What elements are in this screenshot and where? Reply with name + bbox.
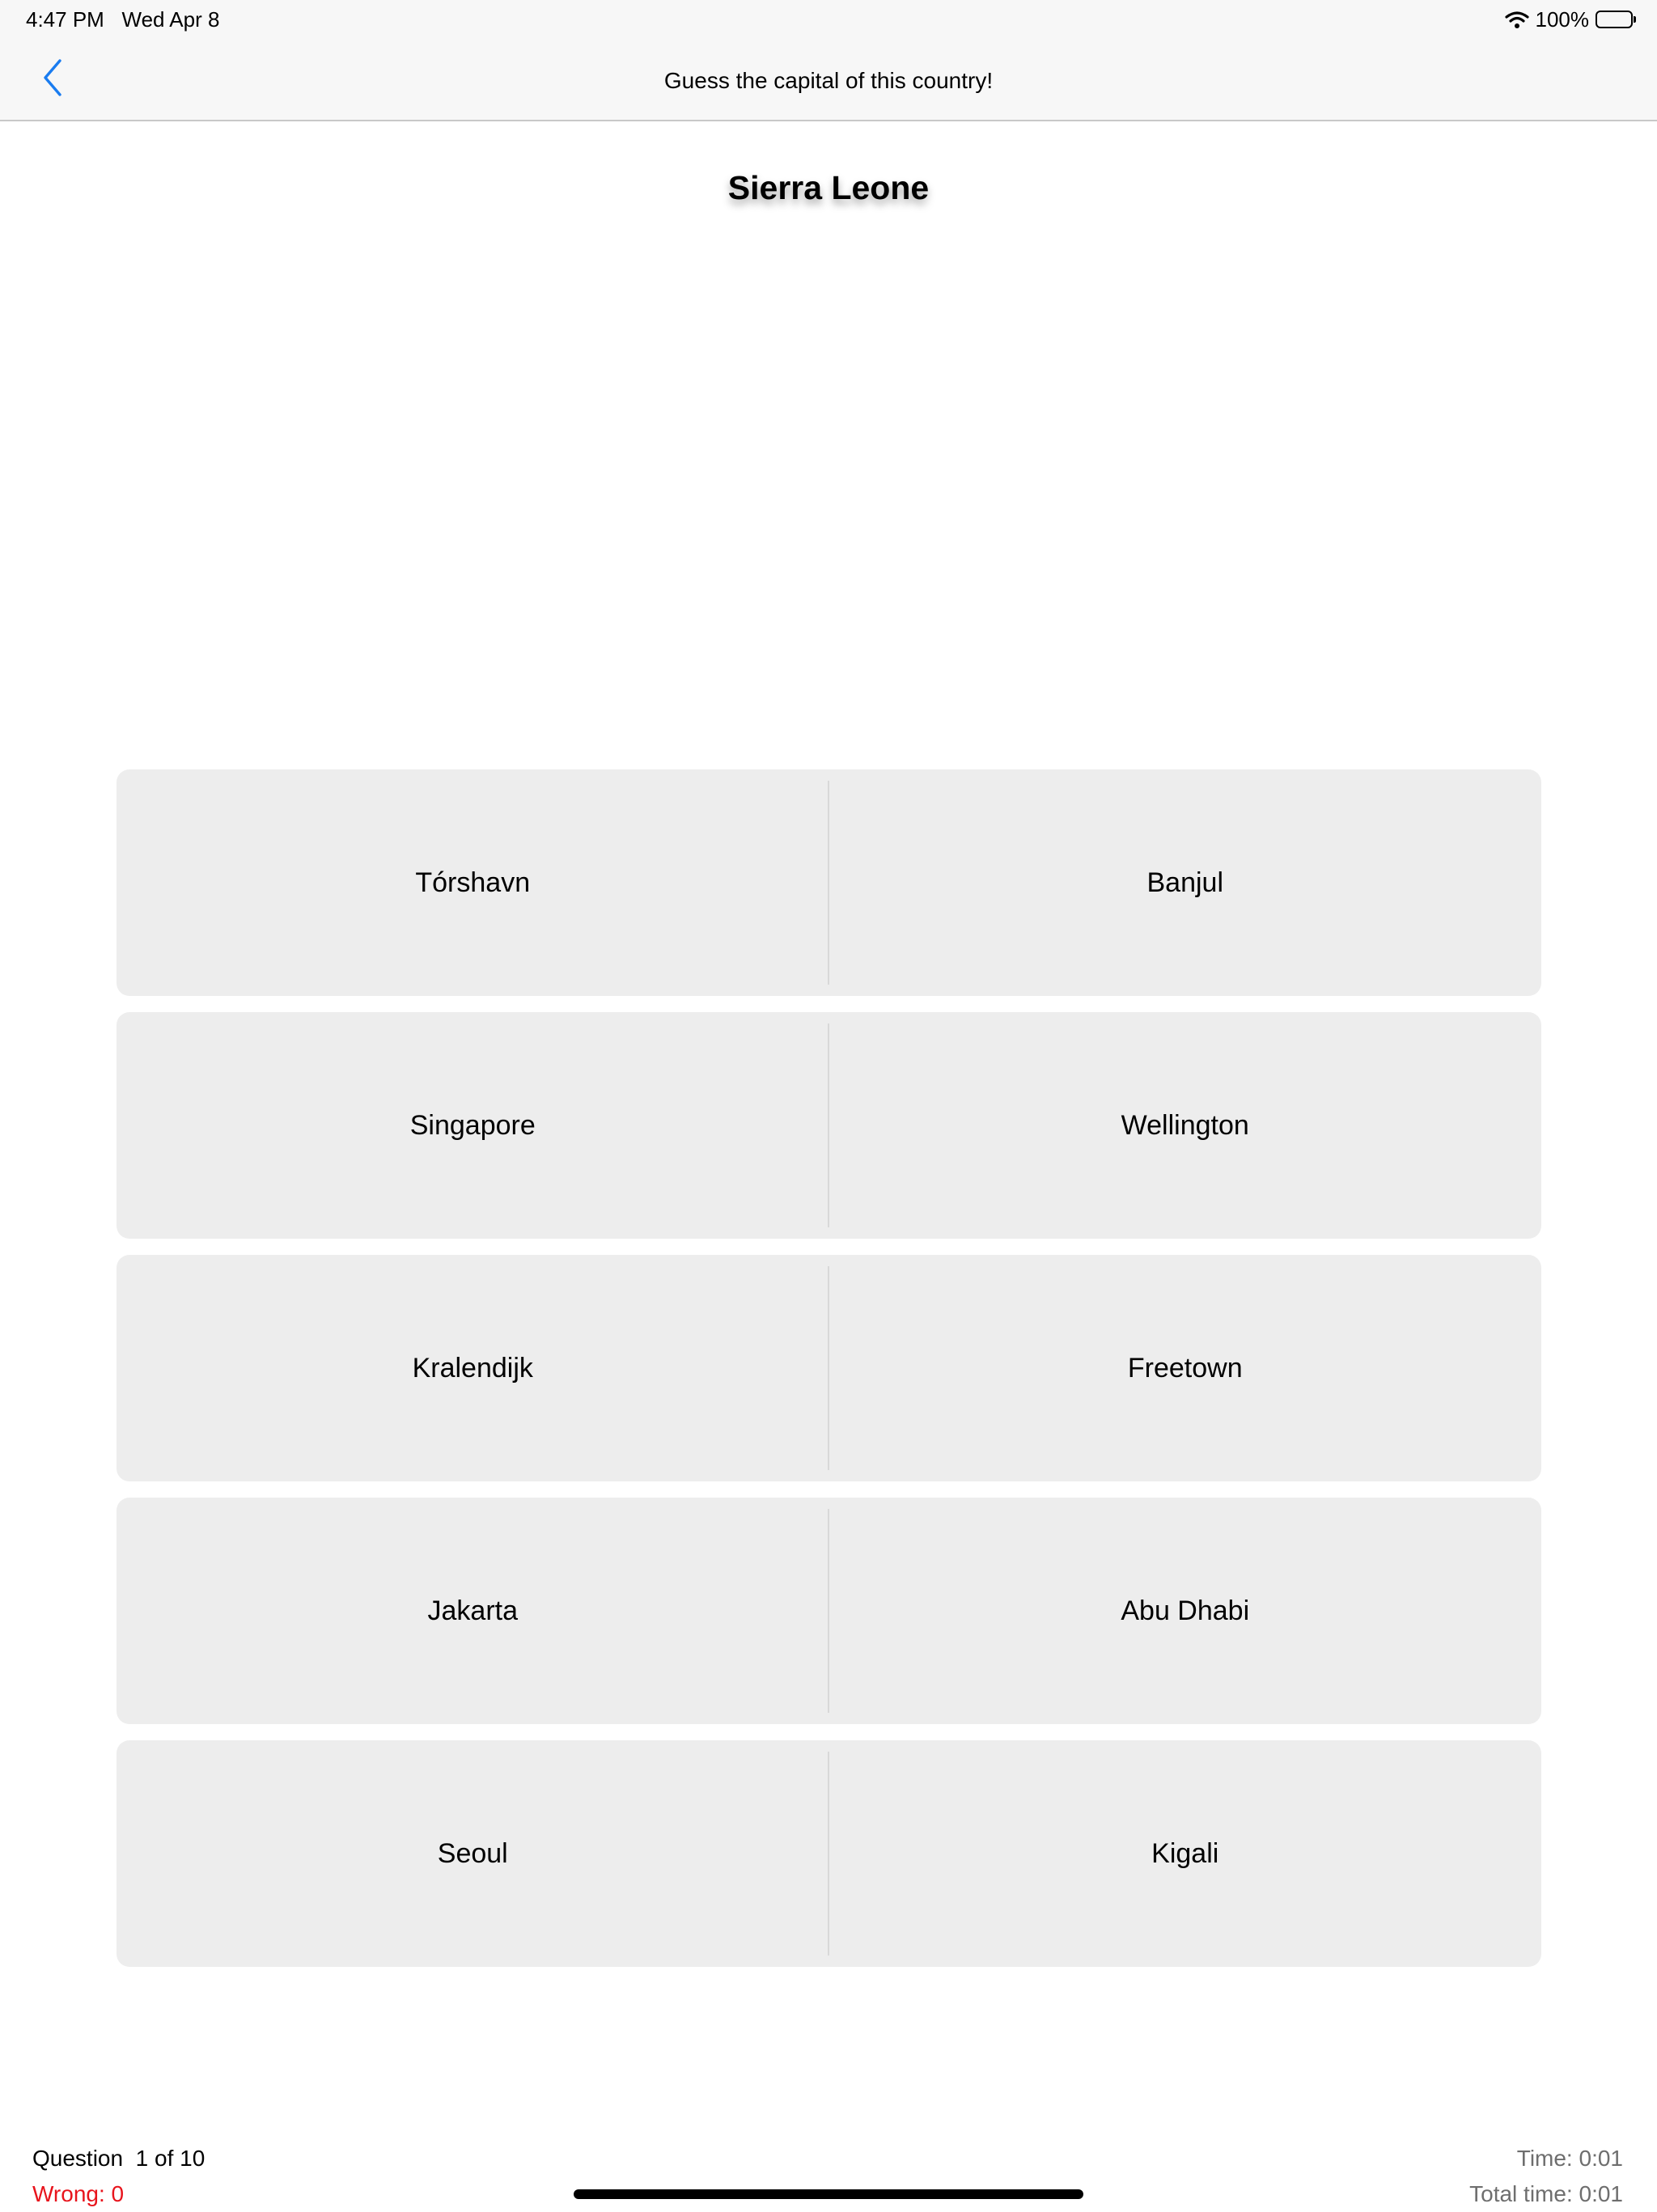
answer-option[interactable]: Freetown [829,1255,1542,1481]
answer-row: Kralendijk Freetown [117,1255,1541,1481]
wifi-icon [1504,10,1529,29]
question-label: Question [32,2146,124,2171]
question-timer: Time: 0:01 [1516,2146,1623,2171]
answer-option[interactable]: Banjul [829,769,1542,996]
country-name: Sierra Leone [727,169,930,206]
answer-option[interactable]: Kigali [829,1740,1542,1967]
top-bars: 4:47 PM Wed Apr 8 100% Guess the capital… [0,0,1657,121]
question-progress: Question 1 of 10 [32,2141,205,2176]
answer-row: Tórshavn Banjul [117,769,1541,996]
answer-grid: Tórshavn Banjul Singapore Wellington Kra… [117,769,1541,1983]
score-panel: Question 1 of 10 Wrong: 0 [32,2141,205,2212]
page-title: Guess the capital of this country! [663,68,994,93]
answer-option[interactable]: Jakarta [117,1498,829,1724]
status-bar-indicators: 100% [1504,5,1636,34]
answer-option[interactable]: Abu Dhabi [829,1498,1542,1724]
total-timer: Total time: 0:01 [1469,2181,1623,2206]
wrong-count: Wrong: 0 [32,2181,125,2206]
question-counter: 1 of 10 [135,2146,206,2171]
battery-icon [1596,11,1636,28]
timer-panel: Time: 0:01 Total time: 0:01 [1469,2141,1623,2212]
status-time: 4:47 PM [26,7,104,32]
home-indicator[interactable] [574,2189,1083,2199]
answer-option[interactable]: Tórshavn [117,769,829,996]
answer-row: Jakarta Abu Dhabi [117,1498,1541,1724]
answer-option[interactable]: Kralendijk [117,1255,829,1481]
answer-option[interactable]: Wellington [829,1012,1542,1239]
status-date: Wed Apr 8 [121,7,220,32]
answer-option[interactable]: Seoul [117,1740,829,1967]
answer-option[interactable]: Singapore [117,1012,829,1239]
answer-row: Singapore Wellington [117,1012,1541,1239]
answer-row: Seoul Kigali [117,1740,1541,1967]
battery-percentage: 100% [1535,6,1590,32]
status-bar-datetime: 4:47 PM Wed Apr 8 [26,5,219,34]
